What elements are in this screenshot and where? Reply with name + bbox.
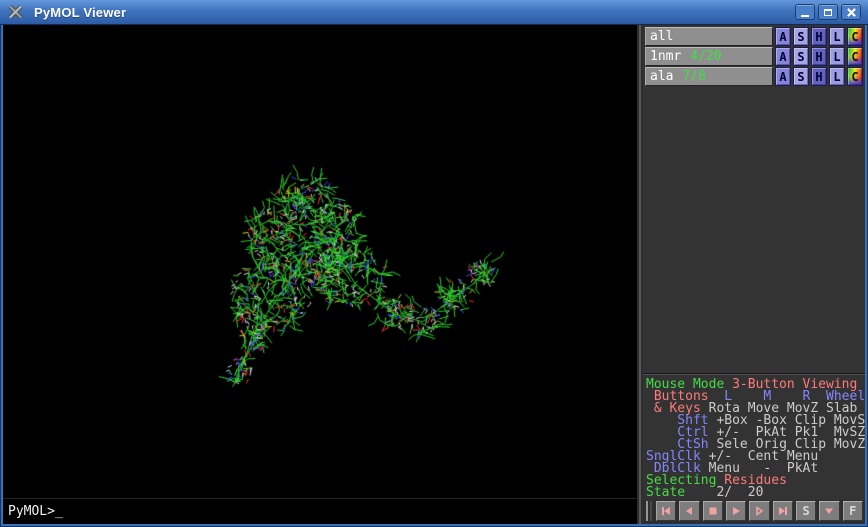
step-forward-button[interactable]	[749, 501, 769, 521]
state-line[interactable]: State 2/ 20	[646, 487, 865, 499]
show-menu-button[interactable]: S	[793, 27, 809, 46]
mouse-mode-panel[interactable]: Mouse Mode 3-Button Viewing Buttons L M …	[643, 377, 865, 500]
maximize-icon	[824, 9, 832, 16]
skip-to-start-icon	[660, 505, 672, 517]
skip-to-start-button[interactable]	[656, 501, 676, 521]
step-forward-icon	[753, 505, 765, 517]
object-row-all: all A S H L C	[645, 27, 863, 46]
x11-app-icon	[7, 4, 25, 20]
object-name-button[interactable]: 1nmr 4/20	[645, 47, 773, 66]
panel-divider	[637, 25, 643, 524]
maximize-button[interactable]	[818, 4, 838, 20]
show-menu-button[interactable]: S	[793, 47, 809, 66]
side-panel: all A S H L C 1nmr 4/20 A S H	[643, 25, 865, 524]
object-state: 7/8	[682, 69, 705, 84]
play-button[interactable]	[726, 501, 746, 521]
label-menu-button[interactable]: L	[829, 27, 845, 46]
hide-menu-button[interactable]: H	[811, 67, 827, 86]
object-name-button[interactable]: all	[645, 27, 773, 46]
minimize-icon	[801, 15, 809, 17]
action-menu-button[interactable]: A	[775, 47, 791, 66]
object-name: all	[650, 29, 673, 44]
color-menu-button[interactable]: C	[847, 27, 863, 46]
play-icon	[730, 505, 742, 517]
object-name: 1nmr	[650, 49, 681, 64]
label-menu-button[interactable]: L	[829, 47, 845, 66]
action-menu-button[interactable]: A	[775, 27, 791, 46]
command-prompt: PyMOL>	[8, 504, 55, 519]
command-line[interactable]: PyMOL>_	[3, 498, 637, 524]
skip-to-end-icon	[777, 505, 789, 517]
hide-menu-button[interactable]: H	[811, 47, 827, 66]
object-name-button[interactable]: ala 7/8	[645, 67, 773, 86]
object-list: all A S H L C 1nmr 4/20 A S H	[643, 25, 865, 86]
close-button[interactable]	[841, 4, 861, 20]
action-menu-button[interactable]: A	[775, 67, 791, 86]
stop-icon	[707, 505, 719, 517]
command-cursor: _	[55, 504, 63, 519]
color-menu-button[interactable]: C	[847, 67, 863, 86]
chevron-down-icon	[823, 505, 835, 517]
pymol-window: PyMOL Viewer PyMOL>_ all	[0, 0, 868, 527]
hide-menu-button[interactable]: H	[811, 27, 827, 46]
molecule-structure	[3, 25, 637, 498]
object-name: ala	[650, 69, 673, 84]
mouse-panel-divider	[643, 373, 865, 375]
step-back-button[interactable]	[679, 501, 699, 521]
panel-empty-area	[643, 86, 865, 373]
skip-to-end-button[interactable]	[773, 501, 793, 521]
minimize-button[interactable]	[795, 4, 815, 20]
label-menu-button[interactable]: L	[829, 67, 845, 86]
stop-button[interactable]	[703, 501, 723, 521]
show-menu-button[interactable]: S	[793, 67, 809, 86]
object-row-1nmr: 1nmr 4/20 A S H L C	[645, 47, 863, 66]
window-title: PyMOL Viewer	[34, 5, 786, 20]
close-icon	[847, 8, 856, 17]
molecule-viewport[interactable]	[3, 25, 637, 498]
fullscreen-button[interactable]: F	[843, 501, 863, 521]
playbar-grip[interactable]	[646, 501, 652, 521]
scene-button[interactable]: S	[796, 501, 816, 521]
object-state: 4/20	[690, 49, 721, 64]
menu-down-button[interactable]	[819, 501, 839, 521]
titlebar[interactable]: PyMOL Viewer	[0, 0, 868, 25]
object-row-ala: ala 7/8 A S H L C	[645, 67, 863, 86]
playback-bar: S F	[643, 500, 865, 524]
color-menu-button[interactable]: C	[847, 47, 863, 66]
step-back-icon	[683, 505, 695, 517]
